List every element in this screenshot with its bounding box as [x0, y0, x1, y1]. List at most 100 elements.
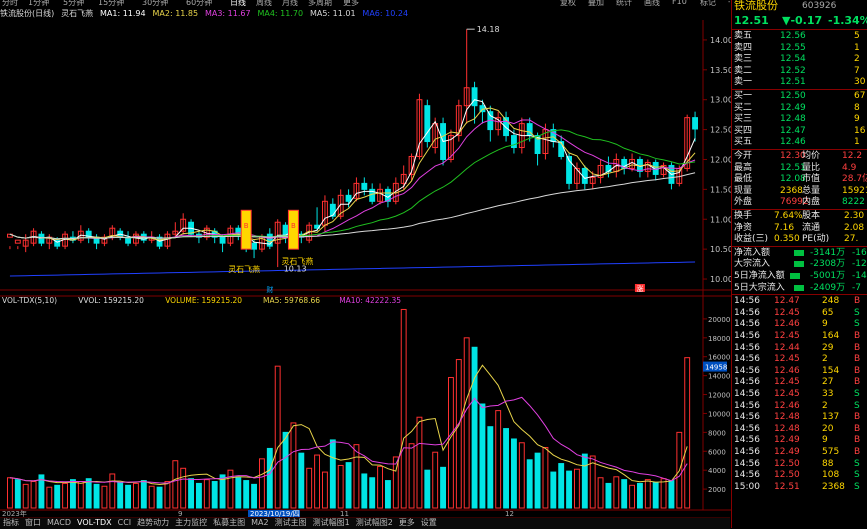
candle-body [471, 87, 478, 107]
stat-value: 8222 [842, 197, 865, 208]
quote-row: 15:00 12.51 2368 S [732, 481, 867, 493]
quote-row: 卖二 12.52 7 [732, 65, 867, 77]
tick-price: 12.47 [774, 296, 800, 307]
volume-bar [644, 479, 651, 509]
tick-time: 14:56 [734, 319, 760, 330]
quote-row: 14:56 12.50 88 S [732, 458, 867, 470]
quote-row: 14:56 12.47 248 B [732, 295, 867, 307]
indicator-tab[interactable]: 私募主图 [213, 518, 245, 528]
indicator-tab[interactable]: 设置 [421, 518, 437, 528]
volume-tick-label: 4000 [708, 467, 726, 475]
tick-time: 14:56 [734, 435, 760, 446]
volume-bar [613, 476, 620, 509]
indicator-tab[interactable]: VOL-TDX [77, 518, 112, 528]
tick-time: 14:56 [734, 331, 760, 341]
quote-row: 14:56 12.45 27 B [732, 376, 867, 388]
volume-bar [164, 481, 171, 509]
tick-price: 12.44 [774, 342, 800, 353]
quote-row: 卖三 12.54 2 [732, 53, 867, 65]
volume-bar [30, 481, 37, 509]
volume-header-ma10: MA10: 42222.35 [339, 296, 401, 305]
tick-price: 12.51 [774, 481, 800, 492]
quote-row: 14:56 12.45 33 S [732, 388, 867, 400]
volume-bar [597, 477, 604, 509]
tick-volume: 65 [822, 307, 834, 318]
candle-body [424, 105, 431, 143]
volume-bar [432, 451, 439, 509]
tick-time: 14:56 [734, 389, 760, 399]
ask-label: 卖三 [734, 54, 753, 65]
x-axis-label: 2023/10/19/四 [250, 510, 300, 517]
volume-bar [274, 365, 281, 509]
volume-bar [408, 443, 415, 509]
indicator-tab[interactable]: CCI [118, 518, 132, 528]
indicator-tab[interactable]: MACD [47, 518, 71, 528]
tick-time: 14:56 [734, 447, 760, 457]
tick-time: 14:56 [734, 296, 760, 307]
quote-row: 5日净流入额 -5001万 -14 [732, 270, 867, 282]
tick-volume: 108 [822, 470, 840, 481]
x-axis-label: 2023年 [2, 509, 27, 517]
volume-bar [46, 486, 53, 509]
tick-price: 12.48 [774, 423, 800, 434]
quote-row: 最低 12.08 市值 28.7亿 [732, 173, 867, 185]
indicator-tab[interactable]: 测试幅图2 [356, 518, 393, 528]
tick-volume: 29 [822, 342, 834, 353]
indicator-tab[interactable]: 指标 [3, 518, 19, 528]
bid-volume: 16 [854, 125, 866, 136]
price-change: ▼-0.17 [782, 14, 823, 27]
volume-bar [258, 458, 265, 509]
indicator-tab[interactable]: MA2 [251, 518, 268, 528]
quote-row: 14:56 12.45 164 B [732, 330, 867, 342]
tick-volume: 9 [822, 319, 828, 330]
tick-time: 14:56 [734, 377, 760, 388]
tick-side: S [854, 319, 860, 330]
bid-price: 12.48 [780, 114, 806, 125]
volume-bar [581, 453, 588, 509]
kline-chart[interactable]: 14.00 13.50 13.00 12.50 12.00 11.50 11.00 10.50… [0, 0, 731, 517]
volume-bar [282, 431, 289, 509]
signal-label: 灵石飞燕 [228, 264, 260, 274]
tick-volume: 2 [822, 400, 828, 411]
price-tick-label: 13.00 [710, 96, 731, 105]
quote-row: 买一 12.50 67 [732, 90, 867, 102]
stat-label: PE(动) [802, 234, 830, 245]
signal-b-letter: B [291, 222, 296, 230]
ask-label: 卖五 [734, 31, 753, 41]
flow-value: -2409万 [810, 282, 846, 293]
tick-volume: 20 [822, 423, 834, 434]
indicator-tab[interactable]: 测试主图 [275, 518, 307, 528]
ask-label: 卖一 [734, 77, 753, 88]
volume-bar [140, 480, 147, 509]
ask-price: 12.51 [780, 77, 806, 88]
volume-bar [211, 481, 218, 509]
flow-pct: -7 [852, 282, 861, 293]
indicator-tab[interactable]: 测试幅图1 [313, 518, 350, 528]
ask-volume: 7 [854, 65, 860, 76]
indicator-tab[interactable]: 更多 [399, 518, 415, 528]
tick-time: 14:56 [734, 458, 760, 469]
tick-volume: 137 [822, 412, 840, 423]
indicator-tab[interactable]: 窗口 [25, 518, 41, 528]
volume-bar [125, 484, 132, 509]
volume-bar [243, 480, 250, 509]
ask-price: 12.54 [780, 54, 806, 65]
tick-price: 12.49 [774, 447, 800, 457]
stat-label: 股本 [802, 211, 821, 221]
volume-bar [636, 482, 643, 509]
x-axis-label: 11 [340, 510, 349, 517]
bid-label: 买一 [734, 91, 753, 101]
volume-bar [518, 442, 525, 509]
volume-bar [416, 416, 423, 509]
tick-volume: 33 [822, 389, 834, 399]
indicator-tab[interactable]: 趋势动力 [137, 518, 169, 528]
flow-pct: -16 [852, 247, 867, 258]
tick-volume: 2 [822, 354, 828, 365]
bid-label: 买二 [734, 102, 753, 113]
stat-value: 7.16 [774, 222, 795, 233]
indicator-tab[interactable]: 主力监控 [175, 518, 207, 528]
price-tick-label: 14.00 [710, 36, 731, 45]
volume-bar [132, 482, 139, 509]
volume-bar [266, 447, 273, 509]
tick-time: 14:56 [734, 412, 760, 423]
